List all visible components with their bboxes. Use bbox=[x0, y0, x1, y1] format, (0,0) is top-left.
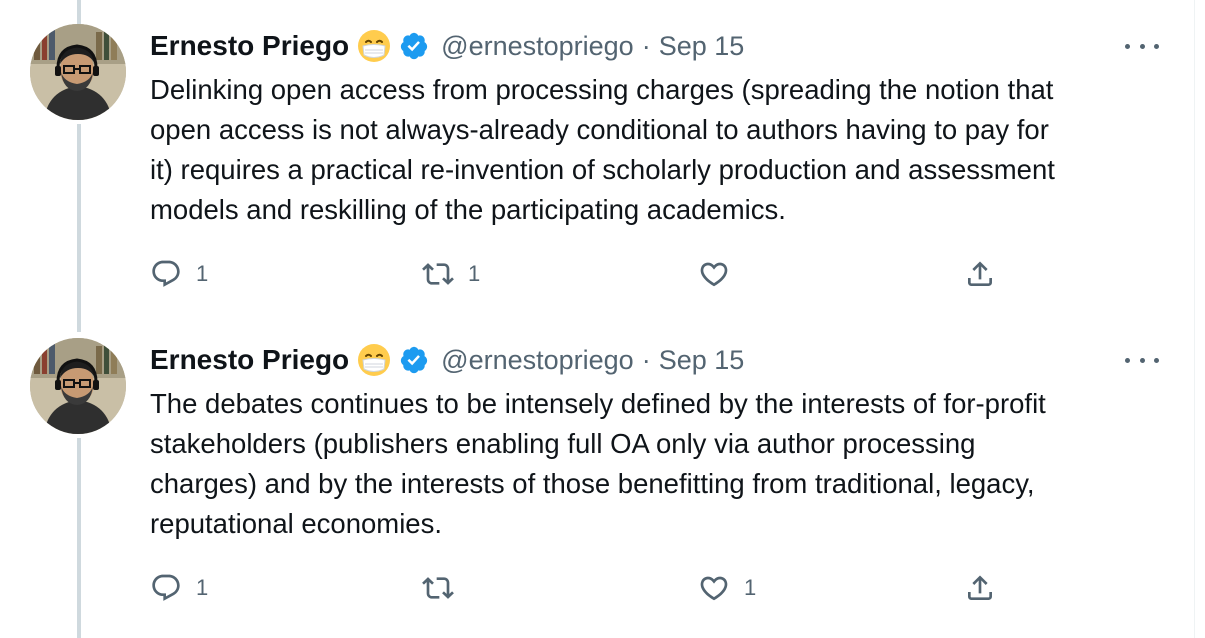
share-icon bbox=[968, 575, 992, 600]
share-icon bbox=[968, 261, 992, 286]
author-handle[interactable]: @ernestopriego bbox=[441, 31, 634, 62]
tweet-date[interactable]: Sep 15 bbox=[659, 345, 745, 376]
retweet-count: 1 bbox=[468, 261, 481, 286]
retweet-button[interactable]: 1 bbox=[422, 254, 480, 294]
verified-badge-icon bbox=[399, 345, 429, 375]
tweet-header: Ernesto Priego @ernestopriego · Sep 15 bbox=[150, 28, 744, 64]
tweet[interactable]: Ernesto Priego @ernestopriego · Sep 15 T… bbox=[0, 314, 1195, 638]
retweet-button[interactable] bbox=[422, 568, 468, 608]
retweet-icon bbox=[422, 577, 454, 599]
author-name[interactable]: Ernesto Priego bbox=[150, 30, 349, 62]
reply-button[interactable]: 1 bbox=[150, 568, 208, 608]
more-options-icon[interactable] bbox=[1125, 36, 1159, 56]
face-with-medical-mask-icon bbox=[357, 343, 391, 377]
retweet-icon bbox=[422, 263, 454, 285]
share-button[interactable] bbox=[964, 568, 996, 608]
tweet-date[interactable]: Sep 15 bbox=[659, 31, 745, 62]
reply-count: 1 bbox=[196, 575, 209, 600]
heart-icon bbox=[700, 576, 728, 601]
tweet-actions: 1 1 bbox=[150, 568, 1020, 608]
avatar[interactable] bbox=[30, 338, 126, 434]
tweet-actions: 1 1 bbox=[150, 254, 1020, 294]
reply-icon bbox=[152, 574, 180, 601]
more-options-icon[interactable] bbox=[1125, 350, 1159, 370]
author-handle[interactable]: @ernestopriego bbox=[441, 345, 634, 376]
tweet-text: Delinking open access from processing ch… bbox=[150, 74, 1055, 225]
face-with-medical-mask-icon bbox=[357, 29, 391, 63]
separator-dot: · bbox=[641, 344, 651, 375]
like-button[interactable] bbox=[698, 254, 744, 294]
like-button[interactable]: 1 bbox=[698, 568, 756, 608]
reply-button[interactable]: 1 bbox=[150, 254, 208, 294]
reply-icon bbox=[152, 260, 180, 287]
share-button[interactable] bbox=[964, 254, 996, 294]
tweet-header: Ernesto Priego @ernestopriego · Sep 15 bbox=[150, 342, 744, 378]
verified-badge-icon bbox=[399, 31, 429, 61]
tweet[interactable]: Ernesto Priego @ernestopriego · Sep 15 D… bbox=[0, 0, 1195, 320]
reply-count: 1 bbox=[196, 261, 209, 286]
heart-icon bbox=[700, 262, 728, 287]
author-name[interactable]: Ernesto Priego bbox=[150, 344, 349, 376]
like-count: 1 bbox=[744, 575, 757, 600]
separator-dot: · bbox=[641, 30, 651, 61]
tweet-text: The debates continues to be intensely de… bbox=[150, 388, 1046, 539]
avatar[interactable] bbox=[30, 24, 126, 120]
